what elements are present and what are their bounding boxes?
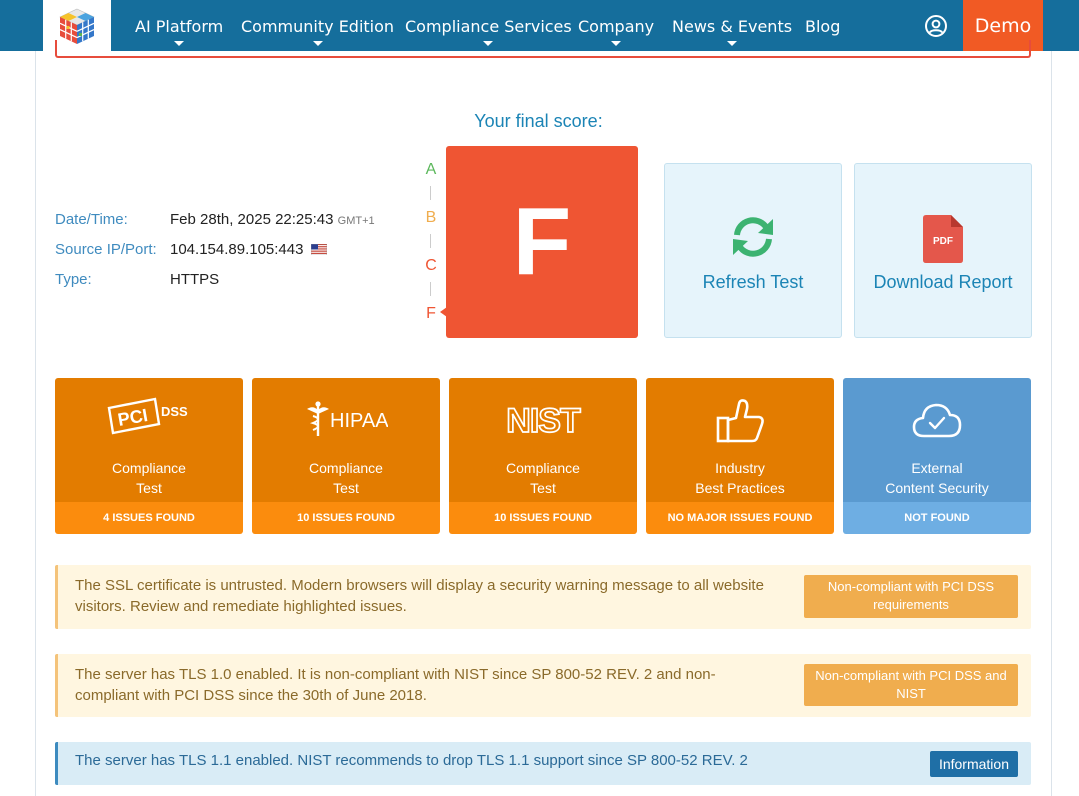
datetime-value: Feb 28th, 2025 22:25:43 GMT+1: [170, 211, 375, 228]
pci-dss-logo: PCI DSS: [107, 397, 188, 435]
cloud-check-icon: [912, 403, 962, 438]
source-label: Source IP/Port:: [55, 241, 157, 258]
grade-scale-divider: [430, 186, 431, 200]
card-body: NIST Compliance Test: [449, 378, 637, 502]
type-label: Type:: [55, 271, 92, 288]
card-status: 10 ISSUES FOUND: [449, 502, 637, 534]
download-report-label: Download Report: [873, 272, 1013, 292]
card-title-line2: Content Security: [885, 480, 989, 496]
card-title-line1: Industry: [715, 460, 765, 476]
card-title-line1: Compliance: [506, 460, 580, 476]
alert-text: The SSL certificate is untrusted. Modern…: [75, 577, 764, 615]
nist-card[interactable]: NIST Compliance Test 10 ISSUES FOUND: [449, 378, 637, 534]
download-report-button[interactable]: PDF Download Report: [854, 163, 1032, 338]
grade-scale-a: A: [425, 161, 437, 178]
pdf-file-icon: PDF: [923, 215, 963, 263]
pci-dss-card[interactable]: PCI DSS Compliance Test 4 ISSUES FOUND: [55, 378, 243, 534]
card-title-line2: Test: [530, 480, 556, 496]
hipaa-logo-text: HIPAA: [330, 410, 388, 432]
page-frame-left: [35, 51, 36, 796]
nist-logo: NIST: [505, 403, 582, 437]
page-frame-right: [1051, 51, 1052, 796]
us-flag-icon: [310, 244, 327, 255]
card-title-line1: Compliance: [112, 460, 186, 476]
card-body: Industry Best Practices: [646, 378, 834, 502]
alert-untrusted-certificate: The SSL certificate is untrusted. Modern…: [55, 565, 1031, 629]
grade-scale-divider: [430, 234, 431, 248]
pdf-icon-text: PDF: [933, 236, 953, 247]
nav-label: Blog: [805, 17, 841, 36]
nav-label: News & Events: [672, 17, 793, 36]
alert-tls-1-1: The server has TLS 1.1 enabled. NIST rec…: [55, 742, 1031, 785]
industry-best-practices-card[interactable]: Industry Best Practices NO MAJOR ISSUES …: [646, 378, 834, 534]
refresh-test-button[interactable]: Refresh Test: [664, 163, 842, 338]
datetime-label: Date/Time:: [55, 211, 128, 228]
card-status: NOT FOUND: [843, 502, 1031, 534]
refresh-test-label: Refresh Test: [702, 272, 804, 292]
card-title-line2: Test: [333, 480, 359, 496]
grade-scale-c: C: [425, 257, 437, 274]
card-title-line2: Best Practices: [695, 480, 785, 496]
grade-scale-f: F: [426, 305, 436, 322]
nav-label: Company: [578, 17, 655, 36]
information-badge: Information: [929, 751, 1018, 777]
card-body: External Content Security: [843, 378, 1031, 502]
datetime-text: Feb 28th, 2025 22:25:43: [170, 211, 334, 228]
card-title: Compliance Test: [449, 458, 637, 498]
card-title: Compliance Test: [55, 458, 243, 498]
card-title: Industry Best Practices: [646, 458, 834, 498]
alert-text: The server has TLS 1.1 enabled. NIST rec…: [75, 752, 748, 769]
thumbs-up-icon: [716, 399, 764, 443]
type-value: HTTPS: [170, 271, 220, 288]
timezone-text: GMT+1: [337, 215, 375, 227]
hipaa-card[interactable]: HIPAA Compliance Test 10 ISSUES FOUND: [252, 378, 440, 534]
card-status: 4 ISSUES FOUND: [55, 502, 243, 534]
alert-tls-1-0: The server has TLS 1.0 enabled. It is no…: [55, 654, 1031, 717]
card-status: 10 ISSUES FOUND: [252, 502, 440, 534]
card-title-line2: Test: [136, 480, 162, 496]
card-title-line1: Compliance: [309, 460, 383, 476]
final-grade: F: [446, 146, 638, 338]
card-body: PCI DSS Compliance Test: [55, 378, 243, 502]
alert-text: The server has TLS 1.0 enabled. It is no…: [75, 666, 716, 704]
compliance-badge: Non-compliant with PCI DSS and NIST: [804, 664, 1018, 706]
nav-label: Community Edition: [241, 17, 395, 36]
nav-label: Compliance Services: [405, 17, 572, 36]
external-content-security-card[interactable]: External Content Security NOT FOUND: [843, 378, 1031, 534]
nav-label: AI Platform: [135, 17, 224, 36]
source-value: 104.154.89.105:443: [170, 241, 327, 258]
nist-logo-text: NIST: [506, 403, 581, 437]
pci-logo-dss-text: DSS: [161, 404, 188, 419]
grade-scale-b: B: [425, 209, 437, 226]
grade-scale-divider: [430, 282, 431, 296]
refresh-icon: [733, 217, 773, 257]
card-status: NO MAJOR ISSUES FOUND: [646, 502, 834, 534]
card-title: External Content Security: [843, 458, 1031, 498]
user-circle-icon[interactable]: [924, 14, 948, 38]
card-body: HIPAA Compliance Test: [252, 378, 440, 502]
score-title: Your final score:: [474, 111, 603, 131]
source-text: 104.154.89.105:443: [170, 241, 304, 258]
card-title-line1: External: [911, 460, 963, 476]
compliance-badge: Non-compliant with PCI DSS requirements: [804, 575, 1018, 618]
error-panel-edge: [55, 40, 1031, 58]
hipaa-logo: HIPAA: [307, 401, 388, 436]
card-title: Compliance Test: [252, 458, 440, 498]
